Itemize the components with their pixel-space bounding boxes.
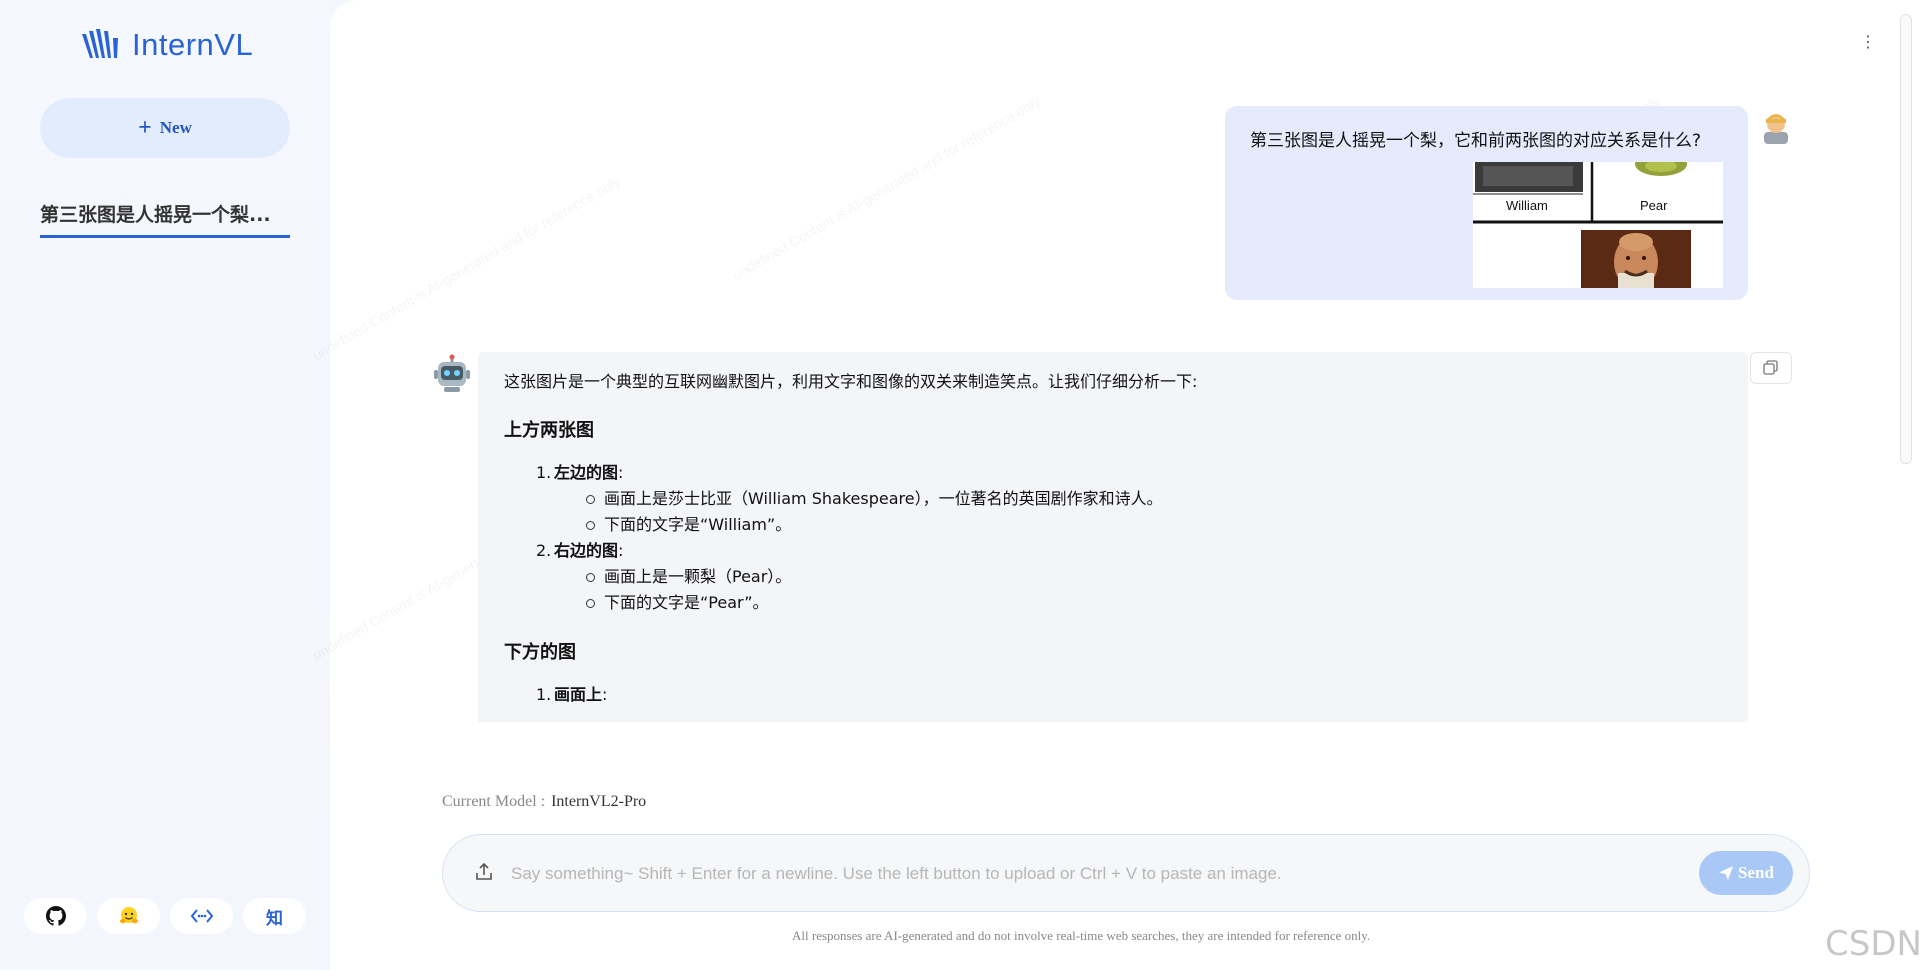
chat-main: ⋮ undefined Content is AI-generated and …: [310, 0, 1920, 970]
image-label-william: William: [1506, 198, 1548, 213]
bot-avatar: [430, 352, 474, 396]
new-chat-label: New: [159, 118, 192, 137]
bullet-list: 画面上是一颗梨（Pear）。 下面的文字是“Pear”。: [586, 564, 1722, 616]
user-avatar: [1756, 108, 1796, 148]
new-chat-button[interactable]: + New: [40, 98, 290, 158]
image-label-pear: Pear: [1640, 198, 1668, 213]
copy-button[interactable]: [1750, 352, 1792, 384]
watermark: undefined Content is AI-generated and fo…: [730, 93, 1043, 283]
chat-input[interactable]: [511, 855, 1611, 893]
bot-message: 这张图片是一个典型的互联网幽默图片，利用文字和图像的双关来制造笑点。让我们仔细分…: [478, 352, 1748, 722]
section-heading: 上方两张图: [504, 420, 594, 441]
chat-input-bar: Send: [442, 834, 1810, 912]
github-icon: [45, 906, 66, 926]
current-model-value: InternVL2-Pro: [551, 793, 647, 810]
list-item-title: 画面上: [554, 685, 603, 704]
logo-text: InternVL: [132, 27, 254, 62]
copy-icon: [1763, 360, 1778, 375]
user-message: 第三张图是人摇晃一个梨，它和前两张图的对应关系是什么? William Pear: [1225, 106, 1748, 300]
sidebar: InternVL + New 第三张图是人摇晃一个梨... 知: [0, 0, 330, 970]
github-link[interactable]: [24, 898, 87, 934]
list-item-title: 右边的图: [554, 541, 619, 560]
user-attached-image[interactable]: William Pear: [1473, 162, 1723, 288]
bot-intro: 这张图片是一个典型的互联网幽默图片，利用文字和图像的双关来制造笑点。让我们仔细分…: [504, 372, 1198, 391]
zhihu-icon: 知: [266, 908, 283, 929]
csdn-watermark: CSDN @最是人间留不住_: [1825, 924, 1920, 964]
list-item: 2. 右边的图: 画面上是一颗梨（Pear）。 下面的文字是“Pear”。: [536, 538, 1722, 616]
current-model: Current Model : InternVL2-Pro: [442, 793, 646, 811]
scrollbar[interactable]: [1900, 14, 1912, 464]
footer-links: 知: [24, 898, 306, 934]
user-avatar-icon: [1764, 114, 1788, 144]
list-number: 1.: [536, 685, 552, 704]
user-message-text: 第三张图是人摇晃一个梨，它和前两张图的对应关系是什么?: [1250, 131, 1702, 151]
list-item: 1. 左边的图: 画面上是莎士比亚（William Shakespeare），一位…: [536, 460, 1722, 538]
send-label: Send: [1738, 863, 1774, 882]
send-button[interactable]: Send: [1699, 851, 1793, 895]
current-model-label: Current Model :: [442, 793, 546, 810]
send-icon: [1719, 866, 1734, 880]
section-heading: 下方的图: [504, 642, 576, 663]
disclaimer: All responses are AI-generated and do no…: [792, 928, 1371, 943]
huggingface-icon: [119, 907, 138, 924]
bullet-item: 画面上是莎士比亚（William Shakespeare），一位著名的英国剧作家…: [586, 486, 1722, 512]
more-options-icon[interactable]: ⋮: [1860, 34, 1876, 50]
code-link[interactable]: [170, 898, 233, 934]
ordered-list: 1. 画面上:: [536, 682, 1722, 708]
list-colon: :: [618, 463, 624, 482]
bullet-list: 画面上是莎士比亚（William Shakespeare），一位著名的英国剧作家…: [586, 486, 1722, 538]
code-icon: [190, 909, 213, 923]
list-item: 1. 画面上:: [536, 682, 1722, 708]
robot-icon: [434, 354, 470, 392]
logo[interactable]: InternVL: [80, 24, 253, 66]
list-item-title: 左边的图: [554, 463, 619, 482]
bullet-item: 下面的文字是“William”。: [586, 512, 1722, 538]
huggingface-link[interactable]: [97, 898, 160, 934]
meme-image: [1473, 162, 1723, 288]
list-number: 1.: [536, 463, 552, 482]
zhihu-link[interactable]: 知: [243, 898, 306, 934]
upload-icon[interactable]: [473, 861, 495, 883]
bullet-item: 下面的文字是“Pear”。: [586, 590, 1722, 616]
internvl-logo-icon: [82, 29, 118, 58]
bullet-item: 画面上是一颗梨（Pear）。: [586, 564, 1722, 590]
list-colon: :: [602, 685, 608, 704]
list-number: 2.: [536, 541, 552, 560]
ordered-list: 1. 左边的图: 画面上是莎士比亚（William Shakespeare），一位…: [536, 460, 1722, 616]
watermark: undefined Content is AI-generated and fo…: [310, 173, 623, 363]
list-colon: :: [618, 541, 624, 560]
history-item[interactable]: 第三张图是人摇晃一个梨...: [40, 196, 290, 238]
plus-icon: +: [138, 115, 152, 141]
